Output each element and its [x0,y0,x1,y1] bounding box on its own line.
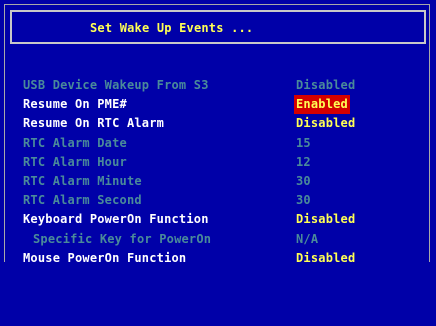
bios-setup-screen: Set Wake Up Events ... USB Device Wakeup… [0,0,436,266]
setting-row-keyboard-poweron[interactable]: Keyboard PowerOn Function Disabled [23,210,423,229]
setting-label: Resume On PME# [23,97,127,112]
setting-value-selected[interactable]: Enabled [294,95,350,115]
page-title: Set Wake Up Events ... [90,21,254,35]
setting-label: Mouse PowerOn Function [23,250,187,265]
setting-label: Keyboard PowerOn Function [23,212,209,227]
setting-row-rtc-alarm-date[interactable]: RTC Alarm Date 15 [23,134,423,153]
setting-row-specific-key-poweron[interactable]: Specific Key for PowerOn N/A [23,230,423,249]
setting-row-usb-wakeup-s3[interactable]: USB Device Wakeup From S3 Disabled [23,76,423,95]
setting-row-mouse-poweron[interactable]: Mouse PowerOn Function Disabled [23,249,423,268]
setting-row-resume-on-pme[interactable]: Resume On PME# Enabled [23,95,423,115]
setting-value[interactable]: Disabled [296,76,355,95]
setting-label: RTC Alarm Minute [23,173,142,188]
setting-value[interactable]: 15 [296,134,311,153]
setting-label: Specific Key for PowerOn [33,231,212,246]
setting-value[interactable]: 30 [296,191,311,210]
setting-label: RTC Alarm Hour [23,154,127,169]
setting-value[interactable]: Disabled [296,249,355,268]
setting-label: RTC Alarm Second [23,193,142,208]
setting-value[interactable]: Disabled [296,114,355,133]
setting-value[interactable]: N/A [296,230,318,249]
setting-row-rtc-alarm-minute[interactable]: RTC Alarm Minute 30 [23,172,423,191]
settings-list: USB Device Wakeup From S3 Disabled Resum… [23,76,423,268]
setting-label: Resume On RTC Alarm [23,116,165,131]
setting-label: USB Device Wakeup From S3 [23,78,209,92]
setting-row-rtc-alarm-second[interactable]: RTC Alarm Second 30 [23,191,423,210]
setting-row-resume-on-rtc-alarm[interactable]: Resume On RTC Alarm Disabled [23,114,423,133]
setting-value[interactable]: 12 [296,153,311,172]
setting-label: RTC Alarm Date [23,135,127,150]
header-box: Set Wake Up Events ... [10,10,426,44]
setting-value[interactable]: 30 [296,172,311,191]
setting-row-rtc-alarm-hour[interactable]: RTC Alarm Hour 12 [23,153,423,172]
setting-value[interactable]: Disabled [296,210,355,229]
